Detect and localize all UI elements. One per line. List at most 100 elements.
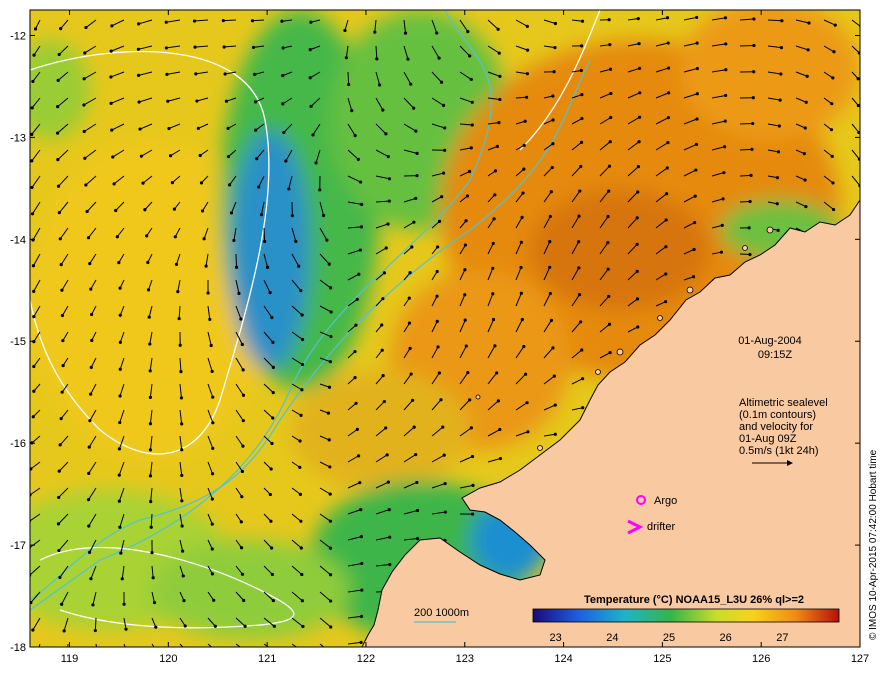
velocity-arrow-head	[549, 318, 554, 322]
velocity-arrow-head	[30, 159, 34, 163]
velocity-arrow-head	[300, 337, 305, 342]
velocity-arrow-head	[523, 119, 527, 123]
velocity-arrow-head	[381, 297, 385, 301]
velocity-arrow-head	[520, 317, 524, 322]
velocity-arrow-head	[470, 100, 474, 104]
velocity-arrow-head	[211, 446, 215, 450]
velocity-arrow-head	[118, 313, 122, 317]
velocity-arrow-head	[224, 99, 229, 103]
velocity-arrow-head	[83, 156, 87, 160]
velocity-arrow-head	[239, 317, 243, 321]
velocity-arrow-head	[241, 444, 245, 448]
velocity-arrow-head	[777, 124, 781, 128]
velocity-arrow-head	[56, 522, 61, 526]
velocity-arrow-head	[240, 342, 244, 347]
velocity-arrow-head	[779, 46, 784, 50]
velocity-arrow-head	[139, 154, 143, 158]
velocity-arrow-head	[806, 48, 810, 52]
velocity-arrow-head	[118, 367, 122, 371]
obs-time: 09:15Z	[758, 349, 793, 361]
velocity-arrow-head	[414, 196, 418, 201]
velocity-arrow-head	[251, 45, 256, 49]
velocity-arrow-head	[577, 214, 581, 218]
velocity-arrow-head	[60, 390, 64, 394]
velocity-arrow-head	[180, 499, 184, 503]
velocity-arrow-head	[635, 216, 639, 220]
velocity-arrow-head	[463, 243, 468, 247]
velocity-arrow-head	[124, 627, 128, 631]
velocity-arrow-head	[664, 300, 668, 304]
velocity-arrow-head	[57, 548, 61, 553]
velocity-arrow-head	[580, 116, 584, 121]
velocity-arrow-head	[143, 208, 147, 212]
velocity-arrow-head	[57, 469, 61, 473]
velocity-arrow-head	[521, 191, 525, 195]
velocity-arrow-head	[357, 454, 361, 458]
velocity-arrow-head	[149, 525, 153, 529]
velocity-arrow-head	[329, 286, 333, 290]
velocity-arrow-head	[221, 18, 225, 23]
velocity-arrow-head	[148, 448, 153, 452]
velocity-arrow-head	[234, 265, 239, 269]
velocity-arrow-head	[356, 157, 360, 161]
velocity-arrow-head	[750, 147, 754, 152]
velocity-arrow-head	[752, 17, 756, 21]
velocity-arrow-head	[309, 20, 313, 24]
velocity-arrow-head	[32, 315, 36, 319]
velocity-arrow-head	[830, 102, 834, 106]
sst-map: 119 120 121 122 123 124 125 126 127 -12 -13 -14 -15 -…	[10, 9, 879, 665]
velocity-arrow-head	[441, 425, 445, 429]
velocity-arrow-head	[637, 140, 641, 144]
velocity-arrow-head	[579, 164, 583, 169]
velocity-arrow-head	[299, 546, 303, 550]
velocity-arrow-head	[526, 430, 530, 434]
velocity-arrow-head	[579, 140, 584, 145]
velocity-arrow-head	[87, 550, 92, 554]
velocity-arrow-head	[435, 319, 439, 323]
velocity-arrow-head	[56, 78, 60, 83]
velocity-arrow-head	[110, 24, 114, 28]
velocity-arrow-head	[211, 395, 215, 399]
velocity-arrow-head	[311, 133, 315, 137]
velocity-arrow-head	[856, 103, 860, 108]
lon-tick-label: 123	[456, 653, 474, 665]
velocity-arrow-head	[254, 128, 258, 132]
velocity-arrow-head	[60, 602, 64, 606]
velocity-arrow-head	[666, 141, 670, 145]
velocity-arrow-head	[196, 126, 200, 130]
velocity-arrow-head	[414, 452, 418, 457]
velocity-arrow-head	[149, 500, 153, 504]
velocity-arrow-head	[636, 165, 640, 169]
velocity-arrow-head	[212, 598, 216, 602]
velocity-arrow-head	[406, 57, 410, 61]
velocity-arrow-head	[87, 524, 91, 528]
velocity-arrow-head	[240, 572, 245, 576]
velocity-arrow-head	[378, 83, 382, 87]
velocity-arrow-head	[526, 48, 530, 52]
velocity-arrow-head	[216, 650, 219, 653]
velocity-arrow-head	[386, 155, 390, 159]
velocity-arrow-head	[548, 240, 552, 244]
velocity-arrow-head	[693, 194, 697, 198]
velocity-arrow-head	[82, 77, 86, 81]
velocity-arrow-head	[664, 245, 668, 249]
velocity-arrow-head	[86, 236, 91, 240]
velocity-arrow-head	[829, 128, 834, 132]
velocity-arrow-head	[58, 575, 62, 580]
velocity-arrow-head	[329, 651, 332, 654]
velocity-arrow-head	[297, 264, 301, 268]
velocity-arrow-head	[776, 150, 781, 154]
velocity-arrow-head	[167, 126, 171, 131]
velocity-arrow-head	[665, 16, 670, 20]
velocity-arrow-head	[177, 316, 181, 321]
velocity-arrow	[263, 227, 266, 242]
velocity-arrow-head	[635, 242, 639, 246]
velocity-arrow-head	[84, 25, 88, 30]
velocity-arrow-head	[239, 546, 244, 550]
velocity-arrow	[94, 617, 97, 631]
velocity-arrow-head	[373, 30, 377, 34]
velocity-arrow-head	[178, 343, 182, 347]
velocity-arrow-head	[548, 265, 552, 269]
velocity-arrow-head	[355, 297, 359, 301]
velocity-arrow-head	[410, 398, 415, 402]
